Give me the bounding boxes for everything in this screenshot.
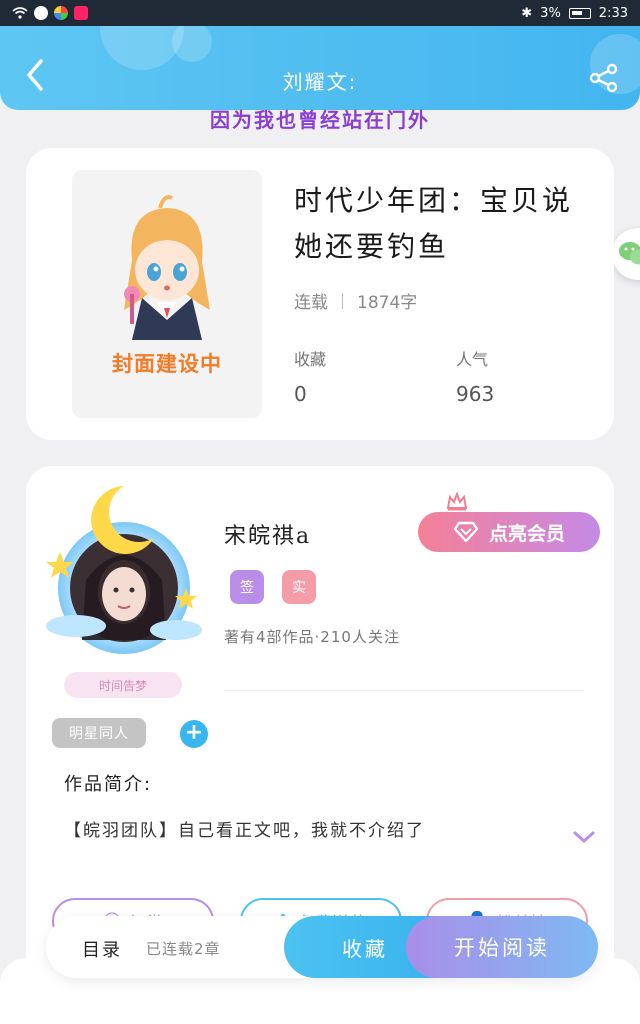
crown-icon — [446, 492, 468, 511]
cover-placeholder-label: 封面建设中 — [112, 352, 222, 376]
book-title: 时代少年团：宝贝说她还要钓鱼 — [294, 184, 574, 263]
author-name[interactable]: 宋皖祺a — [224, 518, 311, 550]
decor-bubble — [100, 26, 184, 70]
genre-tag[interactable]: 明星同人 — [52, 718, 146, 748]
author-stats: 著有4部作品·210人关注 — [224, 628, 400, 646]
expand-intro-button[interactable] — [572, 828, 596, 846]
vip-button[interactable]: 点亮会员 — [418, 512, 600, 552]
bluetooth-icon: ✱ — [521, 5, 533, 21]
clock: 2:33 — [598, 5, 628, 21]
avatar-frame — [46, 486, 202, 654]
header: 刘耀文: — [0, 26, 640, 110]
vip-button-label: 点亮会员 — [488, 522, 565, 545]
intro-label: 作品简介: — [64, 774, 153, 795]
intro-text: 【皖羽团队】自己看正文吧，我就不介绍了 — [64, 821, 425, 841]
meta-divider — [342, 292, 343, 309]
serial-status: 连载 — [294, 293, 328, 313]
stat-label-favorites: 收藏 — [294, 350, 327, 369]
signed-badge: 签 — [230, 570, 264, 604]
wifi-icon — [12, 7, 28, 19]
book-card: 封面建设中 时代少年团：宝贝说她还要钓鱼 连载 1874字 收藏 0 人气 96… — [26, 148, 614, 440]
page-title: 刘耀文: — [282, 70, 358, 94]
decor-bubble — [172, 26, 212, 62]
app-icon — [54, 6, 68, 20]
battery-percent: 3% — [540, 5, 561, 21]
anime-girl-illustration — [124, 195, 210, 340]
stat-label-popularity: 人气 — [456, 350, 489, 369]
status-icons-left — [12, 6, 88, 20]
avatar-caption: 时间告梦 — [64, 672, 182, 698]
notification-icon — [34, 6, 48, 20]
book-cover[interactable]: 封面建设中 — [72, 170, 262, 418]
divider — [224, 690, 584, 691]
chevron-down-icon — [573, 831, 595, 843]
header-subtitle: 因为我也曾经站在门外 — [210, 108, 430, 132]
share-icon — [589, 63, 618, 93]
stat-value-favorites: 0 — [294, 382, 307, 406]
author-avatar[interactable]: 时间告梦 — [36, 480, 216, 700]
catalog-button[interactable]: 目录 — [82, 936, 122, 962]
bottom-action-bar: 目录 已连载2章 收藏 开始阅读 — [46, 916, 598, 978]
book-meta: 连载 1874字 — [294, 288, 417, 313]
chapter-status: 已连载2章 — [146, 940, 221, 958]
start-reading-button[interactable]: 开始阅读 — [406, 916, 598, 978]
floating-chat-button[interactable] — [612, 228, 640, 280]
diamond-icon — [453, 521, 479, 543]
wechat-icon — [619, 242, 640, 265]
mail-icon — [74, 6, 88, 20]
battery-icon — [568, 7, 591, 19]
stat-value-popularity: 963 — [456, 382, 495, 406]
verified-badge: 实 — [282, 570, 316, 604]
status-bar: ✱ 3% 2:33 — [0, 0, 640, 26]
status-icons-right: ✱ 3% 2:33 — [521, 6, 628, 21]
add-tag-button[interactable]: + — [180, 720, 208, 748]
word-count: 1874字 — [357, 293, 418, 313]
share-button[interactable] — [588, 62, 620, 94]
